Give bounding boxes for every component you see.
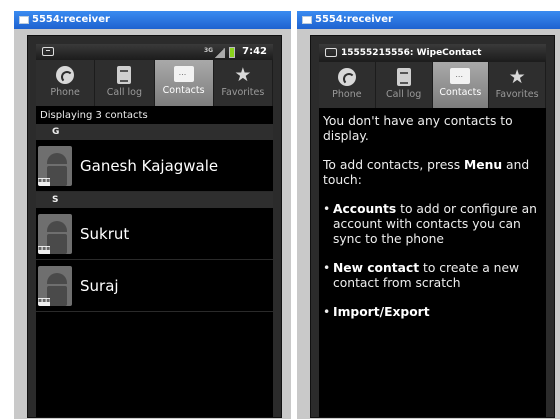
- emulator-window-right: 5554:receiver 15555215556: WipeContact P…: [297, 11, 560, 419]
- contact-row[interactable]: ▪▪▪ Suraj: [36, 260, 273, 312]
- tab-call-log[interactable]: Call log: [95, 60, 155, 106]
- tab-label: Phone: [332, 89, 362, 100]
- tab-contacts[interactable]: Contacts: [432, 62, 490, 108]
- tab-label: Call log: [106, 87, 142, 98]
- notification-icon[interactable]: [42, 47, 54, 56]
- tab-label: Phone: [50, 87, 80, 98]
- tab-call-log[interactable]: Call log: [376, 62, 433, 108]
- call-log-icon: [396, 68, 411, 86]
- battery-icon: [229, 47, 235, 58]
- tab-label: Favorites: [495, 89, 539, 100]
- section-header: G: [36, 124, 273, 140]
- network-3g-icon: 3G: [204, 47, 214, 54]
- tab-label: Call log: [386, 89, 422, 100]
- status-bar: 3G 7:42: [36, 44, 273, 60]
- contact-row[interactable]: ▪▪▪ Ganesh Kajagwale: [36, 140, 273, 192]
- notification-icon: [325, 48, 337, 57]
- tab-favorites[interactable]: ★ Favorites: [489, 62, 546, 108]
- contact-name: Sukrut: [80, 224, 130, 243]
- tab-phone[interactable]: Phone: [36, 60, 96, 106]
- contact-name: Suraj: [80, 276, 119, 295]
- tab-label: Contacts: [162, 85, 205, 96]
- contacts-count: Displaying 3 contacts: [40, 110, 148, 121]
- bullet-item: • New contact to create a new contact fr…: [323, 261, 520, 290]
- tab-label: Favorites: [221, 87, 265, 98]
- bullet-item: • Import/Export: [323, 305, 430, 319]
- phone-screen: 3G 7:42 Phone Call log Contacts: [36, 44, 273, 417]
- notification-ticker[interactable]: 15555215556: WipeContact: [319, 44, 546, 62]
- section-header: S: [36, 192, 273, 208]
- phone-icon: [337, 68, 356, 86]
- window-title: 5554:receiver: [32, 14, 110, 25]
- tab-label: Contacts: [439, 87, 482, 98]
- tab-contacts[interactable]: Contacts: [154, 60, 214, 106]
- empty-instructions: To add contacts, press Menu and touch:: [323, 158, 530, 187]
- device-frame: 3G 7:42 Phone Call log Contacts: [27, 35, 282, 418]
- window-icon: [302, 16, 312, 24]
- window-titlebar[interactable]: 5554:receiver: [297, 11, 560, 29]
- empty-contacts-message: You don't have any contacts to display. …: [319, 108, 546, 340]
- avatar[interactable]: ▪▪▪: [38, 265, 72, 306]
- contacts-icon: [173, 66, 194, 82]
- contact-name: Ganesh Kajagwale: [80, 156, 219, 175]
- device-frame: 15555215556: WipeContact Phone Call log …: [310, 35, 555, 418]
- call-log-icon: [117, 66, 132, 84]
- menu-keyword: Menu: [464, 158, 503, 172]
- tab-bar: Phone Call log Contacts ★ Favorites: [319, 62, 546, 108]
- star-icon: ★: [234, 64, 252, 86]
- contacts-icon: [450, 68, 471, 84]
- tab-bar: Phone Call log Contacts ★ Favorites: [36, 60, 273, 106]
- signal-icon: [215, 47, 225, 58]
- notification-title: 15555215556: WipeContact: [341, 48, 482, 58]
- window-title: 5554:receiver: [315, 14, 393, 25]
- clock: 7:42: [242, 46, 267, 57]
- phone-screen: 15555215556: WipeContact Phone Call log …: [319, 44, 546, 417]
- star-icon: ★: [508, 66, 526, 88]
- window-icon: [19, 16, 29, 24]
- tab-favorites[interactable]: ★ Favorites: [214, 60, 273, 106]
- empty-line: You don't have any contacts to display.: [323, 114, 513, 143]
- avatar[interactable]: ▪▪▪: [38, 145, 72, 186]
- contact-row[interactable]: ▪▪▪ Sukrut: [36, 208, 273, 260]
- phone-icon: [56, 66, 75, 84]
- bullet-item: • Accounts to add or configure an accoun…: [323, 202, 537, 246]
- tab-phone[interactable]: Phone: [319, 62, 376, 108]
- avatar[interactable]: ▪▪▪: [38, 213, 72, 254]
- window-titlebar[interactable]: 5554:receiver: [14, 11, 291, 29]
- emulator-window-left: 5554:receiver 3G 7:42 Phone Call log ...…: [14, 11, 291, 419]
